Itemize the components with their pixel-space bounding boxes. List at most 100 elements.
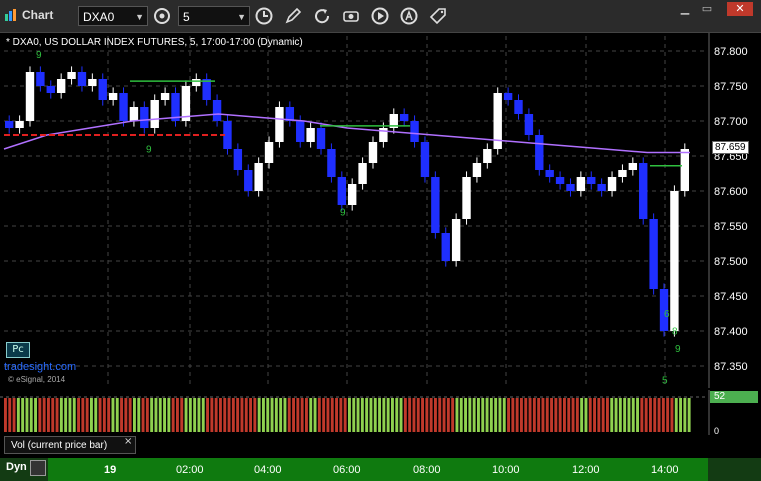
- volume-bar: [395, 398, 399, 432]
- volume-bar: [64, 398, 68, 432]
- volume-bar: [55, 398, 59, 432]
- screenshot-icon[interactable]: [341, 6, 361, 26]
- volume-bar: [257, 398, 261, 432]
- candle-body: [108, 93, 118, 100]
- price-chart[interactable]: 87.80087.75087.70087.65087.60087.55087.5…: [0, 33, 761, 388]
- volume-bar: [158, 398, 162, 432]
- volume-bar: [597, 398, 601, 432]
- volume-bar: [188, 398, 192, 432]
- volume-bar: [16, 398, 20, 432]
- y-tick-label: 87.700: [714, 116, 748, 128]
- setup-count-label: 9: [675, 344, 681, 355]
- candle-body: [670, 191, 679, 331]
- study-tab-volume[interactable]: Vol (current price bar): [4, 436, 136, 454]
- candle-body: [535, 135, 544, 170]
- refresh-icon[interactable]: [312, 6, 332, 26]
- volume-bar: [270, 398, 274, 432]
- volume-bar: [494, 398, 498, 432]
- volume-bar: [274, 398, 278, 432]
- y-tick-label: 87.550: [714, 221, 748, 233]
- volume-bar: [537, 398, 541, 432]
- settings-icon[interactable]: [30, 460, 46, 476]
- y-tick-label: 87.800: [714, 46, 748, 58]
- candle-body: [77, 72, 87, 86]
- candle-body: [98, 79, 107, 100]
- volume-bar: [206, 398, 209, 432]
- volume-bar: [34, 398, 37, 432]
- volume-bar: [313, 398, 317, 432]
- volume-bar: [21, 398, 25, 432]
- volume-bar: [133, 398, 136, 432]
- candle-body: [192, 79, 201, 86]
- volume-bar: [683, 398, 687, 432]
- candle-body: [514, 100, 523, 114]
- tag-icon[interactable]: [428, 6, 448, 26]
- candle-body: [244, 170, 253, 191]
- candle-body: [358, 163, 367, 184]
- x-tick-label: 14:00: [651, 464, 679, 476]
- candle-body: [275, 107, 284, 142]
- volume-bar: [580, 398, 584, 432]
- link-icon[interactable]: [152, 6, 172, 26]
- y-tick-label: 87.750: [714, 81, 748, 93]
- play-icon[interactable]: [370, 6, 390, 26]
- volume-bar: [287, 398, 291, 432]
- y-tick-label: 87.400: [714, 326, 748, 338]
- volume-bar: [442, 398, 446, 432]
- study-tab-label: Vol (current price bar): [11, 440, 108, 451]
- volume-bar: [477, 398, 480, 432]
- maximize-icon[interactable]: ▭: [698, 2, 716, 16]
- chart-app-icon: [5, 9, 16, 21]
- x-tick-label: 19: [104, 464, 117, 476]
- volume-bar: [515, 398, 519, 432]
- volume-bar: [72, 398, 76, 432]
- volume-bar: [279, 398, 283, 432]
- volume-bar: [446, 398, 450, 432]
- candle-body: [441, 233, 450, 261]
- volume-bar: [438, 398, 442, 432]
- candle-body: [119, 93, 128, 121]
- volume-pane[interactable]: [0, 390, 761, 435]
- volume-bar: [128, 398, 132, 432]
- candle-body: [524, 114, 534, 135]
- volume-bar: [623, 398, 627, 432]
- volume-bar: [300, 398, 304, 432]
- volume-bar: [584, 398, 588, 432]
- interval-input[interactable]: 5 ▼: [178, 6, 250, 26]
- volume-bar: [223, 398, 227, 432]
- candle-body: [67, 72, 76, 79]
- volume-bar: [640, 398, 644, 432]
- y-tick-label: 87.350: [714, 361, 748, 373]
- setup-count-label: 8: [672, 327, 678, 338]
- volume-bar: [68, 398, 72, 432]
- pc-badge[interactable]: Pc: [6, 342, 30, 358]
- pencil-icon[interactable]: [283, 6, 303, 26]
- volume-bar: [459, 398, 463, 432]
- candle-body: [597, 184, 606, 191]
- symbol-input[interactable]: DXA0 ▼: [78, 6, 148, 26]
- font-icon[interactable]: [399, 6, 419, 26]
- candle-body: [483, 149, 492, 163]
- volume-bar: [373, 398, 377, 432]
- x-tick-label: 02:00: [176, 464, 204, 476]
- chevron-down-icon[interactable]: ▼: [237, 7, 246, 27]
- volume-bar: [111, 398, 115, 432]
- study-close-icon[interactable]: ×: [124, 436, 132, 447]
- volume-bar: [666, 398, 670, 432]
- candle-body: [129, 107, 139, 121]
- minimize-icon[interactable]: ▁: [676, 2, 694, 16]
- volume-bar: [464, 398, 467, 432]
- volume-bar: [90, 398, 93, 432]
- volume-bar: [670, 398, 674, 432]
- close-icon[interactable]: ✕: [727, 2, 753, 16]
- clock-icon[interactable]: [254, 6, 274, 26]
- candle-body: [254, 163, 263, 191]
- chevron-down-icon[interactable]: ▼: [135, 7, 144, 27]
- volume-bar: [618, 398, 622, 432]
- x-tick-label: 06:00: [333, 464, 361, 476]
- time-axis-range: [48, 458, 708, 481]
- candle-body: [160, 93, 170, 100]
- candle-body: [36, 72, 45, 86]
- volume-bar: [360, 398, 364, 432]
- x-tick-label: 04:00: [254, 464, 282, 476]
